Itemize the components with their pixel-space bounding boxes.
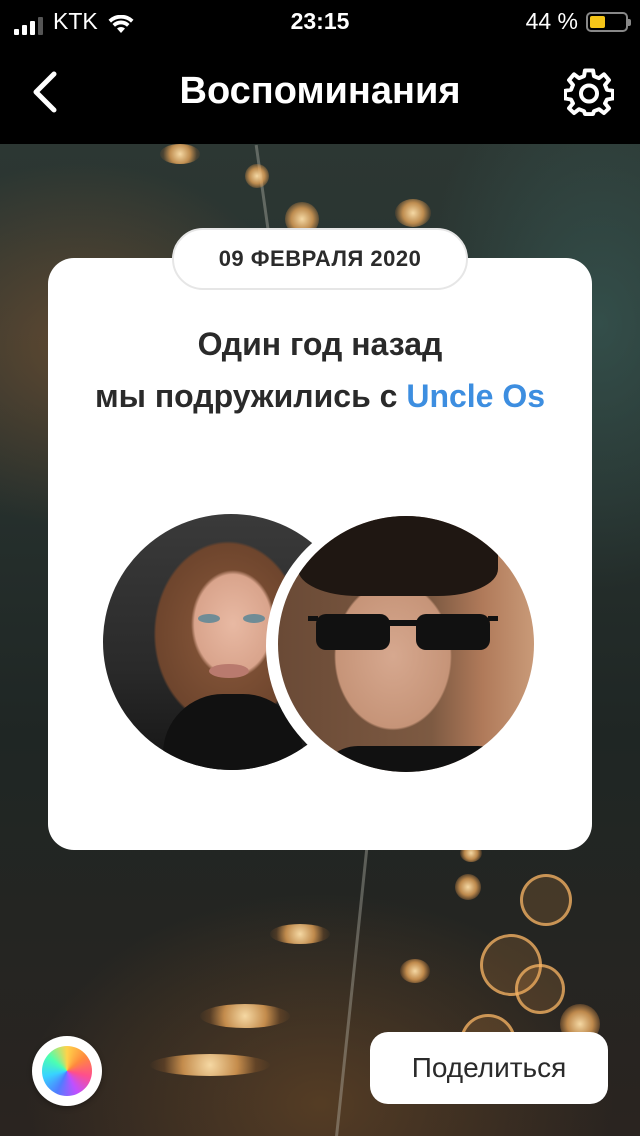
status-bar: KTK 23:15 44 % [0, 0, 640, 40]
battery-icon [586, 11, 631, 32]
headline-line-2-text: мы подружились с [94, 378, 407, 414]
share-button[interactable]: Поделиться [370, 1032, 608, 1104]
headline-line-2: мы подружились с Uncle Os [48, 370, 592, 422]
color-wheel-icon [42, 1046, 92, 1096]
battery-percent: 44 % [525, 8, 578, 34]
navigation-bar: Воспоминания [0, 40, 640, 144]
gear-icon[interactable] [564, 68, 614, 118]
memory-headline: Один год назад мы подружились с Uncle Os [48, 318, 592, 422]
headline-line-1: Один год назад [197, 326, 443, 362]
friend-name-link[interactable]: Uncle Os [406, 378, 545, 414]
date-badge: 09 ФЕВРАЛЯ 2020 [172, 228, 468, 290]
friend-avatar[interactable] [266, 508, 542, 784]
color-picker-button[interactable] [32, 1036, 102, 1106]
page-title: Воспоминания [179, 70, 461, 112]
